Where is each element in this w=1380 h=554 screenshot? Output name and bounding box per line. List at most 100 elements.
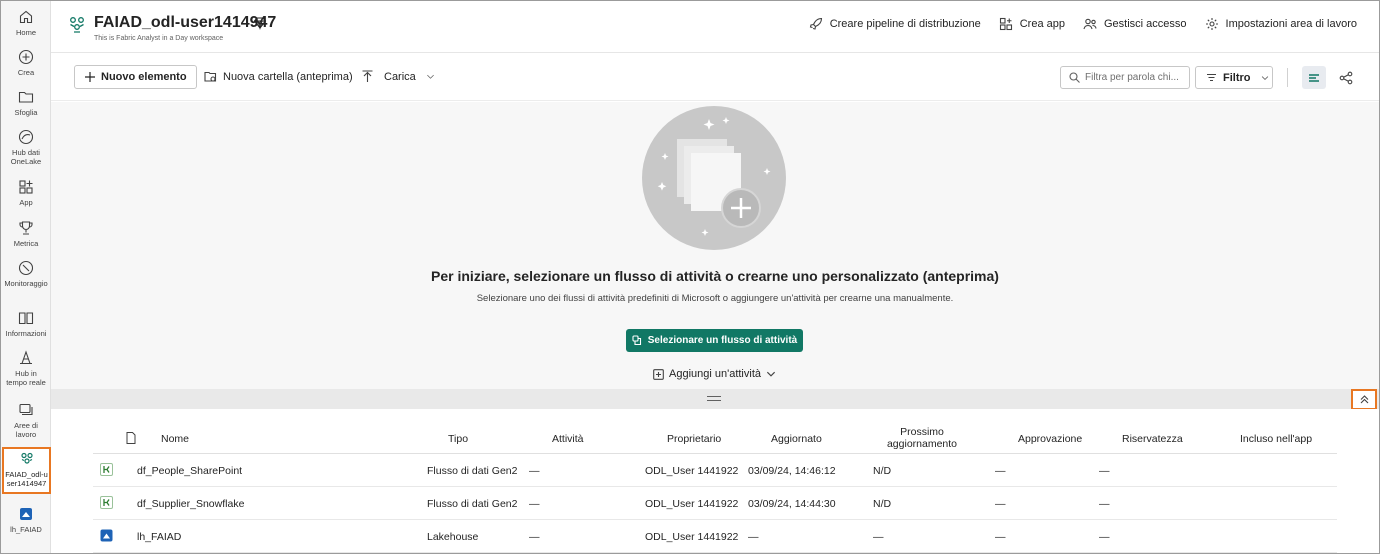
- task-flow-empty-state: Per iniziare, selezionare un flusso di a…: [51, 102, 1379, 389]
- app-icon: [999, 17, 1012, 31]
- chevron-down-icon: [1261, 75, 1268, 80]
- apps-icon: [19, 180, 33, 194]
- double-chevron-up-icon: [1360, 395, 1368, 404]
- rail-item-label: Metrica: [13, 239, 39, 248]
- column-header-updated[interactable]: Aggiornato: [771, 433, 822, 445]
- workspace-settings-button[interactable]: Impostazioni area di lavoro: [1205, 17, 1357, 31]
- chevron-down-icon: [766, 371, 776, 377]
- workspace-header: FAIAD_odl-user1414947 This is Fabric Ana…: [51, 1, 1379, 53]
- rail-item-home[interactable]: Home: [1, 9, 51, 37]
- search-icon: [1069, 72, 1080, 83]
- header-actions: Creare pipeline di distribuzione Crea ap…: [809, 17, 1357, 31]
- rail-item-label: Home: [15, 28, 36, 37]
- upload-icon: [362, 70, 373, 82]
- empty-state-title: Per iniziare, selezionare un flusso di a…: [431, 268, 999, 284]
- rail-item-label: Monitoraggio: [4, 279, 48, 288]
- rail-item-create[interactable]: Crea: [1, 49, 51, 77]
- column-header-sensitivity[interactable]: Riservatezza: [1122, 433, 1183, 445]
- new-item-button[interactable]: Nuovo elemento: [74, 65, 197, 89]
- rail-item-label: lh_FAIAD: [10, 525, 42, 534]
- empty-state-subtitle: Selezionare uno dei flussi di attività p…: [476, 293, 954, 304]
- rocket-icon: [809, 17, 822, 30]
- column-header-approval[interactable]: Approvazione: [1018, 433, 1082, 445]
- add-square-icon: [653, 368, 664, 380]
- rail-item-label: Crea: [17, 68, 35, 77]
- splitter-grip-icon: [707, 396, 721, 401]
- rail-item-label: Hub in tempo reale: [6, 369, 46, 387]
- rail-item-label: Aree di lavoro: [14, 421, 38, 439]
- lakehouse-icon: [100, 529, 113, 542]
- pane-splitter[interactable]: [51, 389, 1379, 409]
- trophy-icon: [19, 221, 33, 235]
- column-header-next-refresh[interactable]: Prossimo aggiornamento: [877, 426, 967, 450]
- upload-button[interactable]: Carica: [361, 70, 435, 83]
- realtime-icon: [20, 350, 32, 365]
- rail-item-label: Informazioni: [5, 329, 47, 338]
- toolbar-divider: [1287, 68, 1288, 87]
- book-icon: [18, 312, 34, 325]
- rail-item-learn[interactable]: Informazioni: [1, 310, 51, 338]
- file-type-icon: [126, 432, 136, 444]
- task-flow-icon: [632, 335, 641, 346]
- search-placeholder: Filtra per parola chi...: [1085, 72, 1179, 83]
- new-folder-button[interactable]: Nuova cartella (anteprima): [204, 70, 353, 83]
- items-table: Nome Tipo Attività Proprietario Aggiorna…: [51, 409, 1379, 553]
- lakehouse-icon: [20, 508, 32, 520]
- rail-item-monitor[interactable]: Monitoraggio: [1, 260, 51, 288]
- rail-item-apps[interactable]: App: [1, 179, 51, 207]
- list-view-icon: [1309, 73, 1319, 82]
- rail-item-current-workspace[interactable]: FAIAD_odl-user1414947: [2, 447, 51, 494]
- column-header-owner[interactable]: Proprietario: [667, 433, 721, 445]
- plus-icon: [85, 72, 95, 82]
- rail-item-label: App: [19, 198, 33, 207]
- task-flow-illustration: [642, 106, 786, 250]
- create-app-button[interactable]: Crea app: [999, 17, 1065, 31]
- column-header-activity[interactable]: Attività: [552, 433, 584, 445]
- table-row[interactable]: df_People_SharePoint Flusso di dati Gen2…: [93, 454, 1337, 487]
- dataflow-icon: [100, 463, 113, 476]
- people-icon: [1083, 18, 1097, 30]
- premium-diamond-icon: [253, 17, 267, 30]
- rail-item-metrics[interactable]: Metrica: [1, 220, 51, 248]
- monitor-icon: [18, 260, 34, 276]
- new-folder-icon: [204, 71, 217, 82]
- toolbar: Nuovo elemento Nuova cartella (anteprima…: [51, 53, 1379, 101]
- folder-icon: [18, 91, 34, 103]
- workspace-title: FAIAD_odl-user1414947: [94, 14, 277, 31]
- rail-item-label: Sfoglia: [14, 108, 38, 117]
- column-header-name[interactable]: Nome: [161, 433, 189, 445]
- rail-item-workspaces[interactable]: Aree di lavoro: [1, 402, 51, 439]
- rail-item-label: FAIAD_odl-user1414947: [5, 470, 48, 488]
- lineage-view-button[interactable]: [1334, 66, 1358, 89]
- workspace-subtitle: This is Fabric Analyst in a Day workspac…: [94, 35, 224, 42]
- list-view-button[interactable]: [1302, 66, 1326, 89]
- column-header-type[interactable]: Tipo: [448, 433, 468, 445]
- app-window: Home Crea Sfoglia Hub dati OneLake App M…: [0, 0, 1380, 554]
- onelake-icon: [18, 129, 34, 145]
- add-activity-button[interactable]: Aggiungi un'attività: [653, 368, 776, 380]
- column-header-in-app[interactable]: Incluso nell'app: [1240, 433, 1312, 445]
- rail-item-realtime[interactable]: Hub in tempo reale: [1, 350, 51, 387]
- filter-button[interactable]: Filtro: [1195, 66, 1273, 89]
- rail-item-label: Hub dati OneLake: [10, 148, 42, 166]
- filter-icon: [1207, 73, 1216, 82]
- deployment-pipeline-button[interactable]: Creare pipeline di distribuzione: [809, 17, 981, 31]
- search-input[interactable]: Filtra per parola chi...: [1060, 66, 1190, 89]
- collapse-pane-button[interactable]: [1351, 389, 1377, 410]
- select-task-flow-button[interactable]: Selezionare un flusso di attività: [626, 329, 803, 352]
- rail-item-lakehouse[interactable]: lh_FAIAD: [1, 506, 51, 534]
- table-row[interactable]: df_Supplier_Snowflake Flusso di dati Gen…: [93, 487, 1337, 520]
- add-circle-icon: [18, 49, 34, 65]
- workspace-icon: [70, 17, 84, 33]
- home-icon: [19, 10, 33, 24]
- workspace-people-icon: [20, 452, 33, 464]
- dataflow-icon: [100, 496, 113, 509]
- rail-item-onelake[interactable]: Hub dati OneLake: [1, 129, 51, 166]
- manage-access-button[interactable]: Gestisci accesso: [1083, 17, 1187, 31]
- table-row[interactable]: lh_FAIAD Lakehouse — ODL_User 1441922 — …: [93, 520, 1337, 553]
- gear-icon: [1205, 18, 1218, 30]
- rail-item-browse[interactable]: Sfoglia: [1, 89, 51, 117]
- chevron-down-icon: [426, 74, 434, 79]
- workspaces-icon: [19, 403, 33, 416]
- lineage-icon: [1339, 71, 1353, 84]
